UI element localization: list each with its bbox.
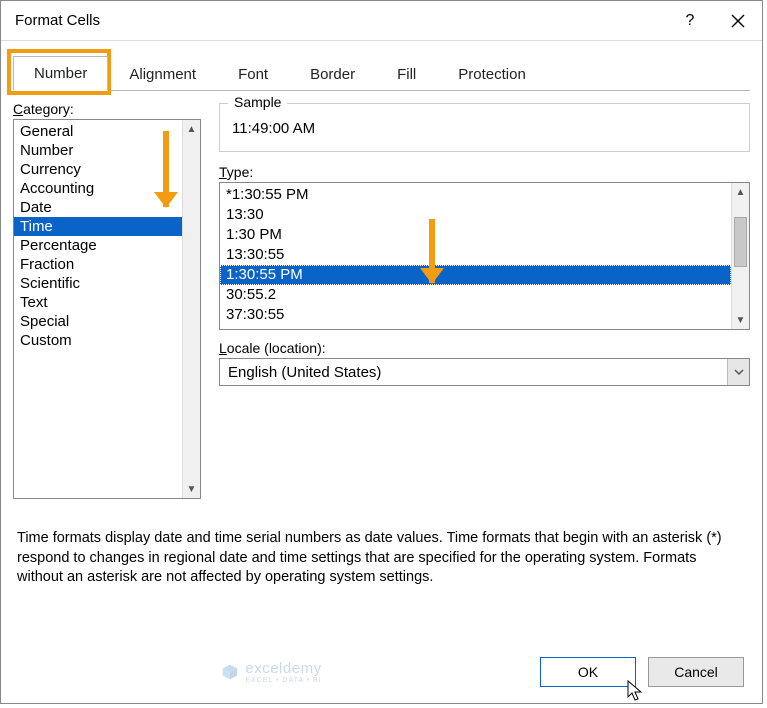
type-item[interactable]: 13:30 xyxy=(220,205,731,225)
category-item[interactable]: Accounting xyxy=(14,179,182,198)
category-item[interactable]: Text xyxy=(14,293,182,312)
type-label-rest: ype: xyxy=(227,164,253,180)
category-item[interactable]: Fraction xyxy=(14,255,182,274)
category-label-rest: ategory: xyxy=(23,101,74,117)
category-item[interactable]: Date xyxy=(14,198,182,217)
type-item[interactable]: 30:55.2 xyxy=(220,285,731,305)
close-icon xyxy=(731,14,745,28)
category-scrollbar[interactable]: ▲ ▼ xyxy=(182,120,200,498)
tab-font[interactable]: Font xyxy=(217,57,289,91)
scroll-up-icon[interactable]: ▲ xyxy=(183,120,200,138)
category-item-selected[interactable]: Time xyxy=(14,217,182,236)
right-panel: Sample 11:49:00 AM Type: *1:30:55 PM 13:… xyxy=(219,101,750,499)
dialog-body: Category: General Number Currency Accoun… xyxy=(1,91,762,643)
type-scrollbar[interactable]: ▲ ▼ xyxy=(731,183,749,329)
watermark-logo: exceldemy EXCEL • DATA • BI xyxy=(15,660,528,684)
chevron-down-icon xyxy=(734,367,744,377)
locale-dropdown-button[interactable] xyxy=(727,359,749,385)
type-item[interactable]: 13:30:55 xyxy=(220,245,731,265)
watermark-brand: exceldemy xyxy=(245,660,321,677)
scroll-up-icon[interactable]: ▲ xyxy=(732,183,749,201)
type-item[interactable]: 37:30:55 xyxy=(220,305,731,325)
category-item[interactable]: General xyxy=(14,122,182,141)
category-item[interactable]: Currency xyxy=(14,160,182,179)
scroll-down-icon[interactable]: ▼ xyxy=(732,311,749,329)
format-cells-dialog: Format Cells Number Alignment Font Borde… xyxy=(0,0,763,704)
category-item[interactable]: Number xyxy=(14,141,182,160)
type-label: Type: xyxy=(219,164,750,180)
locale-select[interactable]: English (United States) xyxy=(219,358,750,386)
tab-alignment[interactable]: Alignment xyxy=(108,57,217,91)
category-list-inner: General Number Currency Accounting Date … xyxy=(14,120,182,498)
type-list-inner: *1:30:55 PM 13:30 1:30 PM 13:30:55 1:30:… xyxy=(220,183,731,329)
category-item[interactable]: Scientific xyxy=(14,274,182,293)
sample-value: 11:49:00 AM xyxy=(230,116,739,141)
category-item[interactable]: Percentage xyxy=(14,236,182,255)
category-panel: Category: General Number Currency Accoun… xyxy=(13,101,201,499)
watermark-sub: EXCEL • DATA • BI xyxy=(245,677,321,684)
locale-label: Locale (location): xyxy=(219,340,750,356)
description-text: Time formats display date and time seria… xyxy=(17,529,746,588)
tab-protection[interactable]: Protection xyxy=(437,57,547,91)
tab-fill[interactable]: Fill xyxy=(376,57,437,91)
close-button[interactable] xyxy=(714,1,762,41)
ok-button[interactable]: OK xyxy=(540,657,636,687)
type-item[interactable]: 1:30 PM xyxy=(220,225,731,245)
cube-icon xyxy=(221,663,239,681)
scrollbar-thumb[interactable] xyxy=(734,217,747,267)
window-title: Format Cells xyxy=(15,12,666,29)
titlebar: Format Cells xyxy=(1,1,762,41)
locale-label-hotkey: L xyxy=(219,340,227,356)
scroll-down-icon[interactable]: ▼ xyxy=(183,480,200,498)
locale-value: English (United States) xyxy=(220,364,727,381)
tab-number[interactable]: Number xyxy=(13,56,108,91)
category-label-hotkey: C xyxy=(13,101,23,117)
cancel-button[interactable]: Cancel xyxy=(648,657,744,687)
locale-label-rest: ocale (location): xyxy=(227,340,326,356)
category-item[interactable]: Custom xyxy=(14,331,182,350)
sample-group: Sample 11:49:00 AM xyxy=(219,103,750,152)
category-label: Category: xyxy=(13,101,201,117)
type-item-selected[interactable]: 1:30:55 PM xyxy=(220,265,731,285)
type-label-hotkey: T xyxy=(219,164,227,180)
type-listbox[interactable]: *1:30:55 PM 13:30 1:30 PM 13:30:55 1:30:… xyxy=(219,182,750,330)
columns: Category: General Number Currency Accoun… xyxy=(13,101,750,499)
type-item[interactable]: *1:30:55 PM xyxy=(220,185,731,205)
help-button[interactable] xyxy=(666,1,714,41)
category-listbox[interactable]: General Number Currency Accounting Date … xyxy=(13,119,201,499)
category-item[interactable]: Special xyxy=(14,312,182,331)
dialog-footer: exceldemy EXCEL • DATA • BI OK Cancel xyxy=(1,643,762,703)
sample-group-title: Sample xyxy=(228,94,287,110)
tabstrip: Number Alignment Font Border Fill Protec… xyxy=(13,55,750,91)
tab-border[interactable]: Border xyxy=(289,57,376,91)
